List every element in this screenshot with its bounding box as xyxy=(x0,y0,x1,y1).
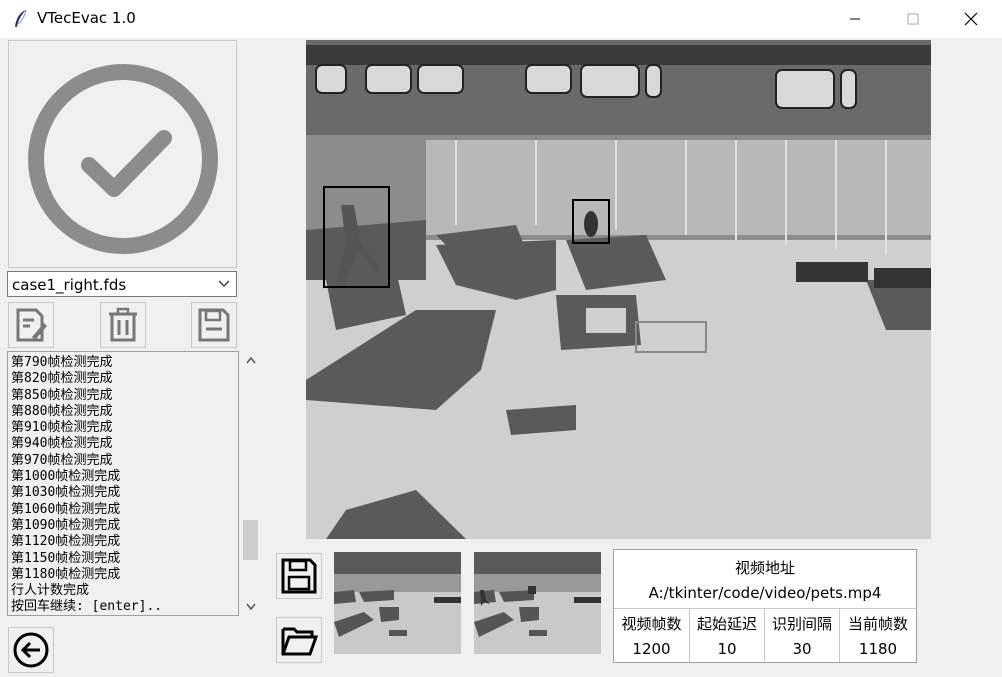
chevron-down-icon xyxy=(245,603,256,610)
table-divider xyxy=(614,608,916,609)
title-bar: VTecEvac 1.0 xyxy=(0,0,1002,38)
chevron-up-icon xyxy=(245,357,256,364)
chevron-down-icon[interactable] xyxy=(218,280,230,288)
log-line: 按回车继续: [enter].. xyxy=(11,599,163,615)
header-total-frames: 视频帧数 xyxy=(621,615,682,633)
edit-file-icon xyxy=(16,308,47,342)
save-icon xyxy=(198,308,230,342)
log-line: 第790帧检测完成 xyxy=(11,355,113,370)
log-line: 第1180帧检测完成 xyxy=(11,566,121,582)
log-lines: 第790帧检测完成 第820帧检测完成 第850帧检测完成 第880帧检测完成 第910… xyxy=(11,355,163,615)
check-circle-icon xyxy=(28,64,218,254)
value-detect-interval: 30 xyxy=(792,640,812,658)
maximize-button[interactable] xyxy=(884,0,942,38)
scroll-thumb[interactable] xyxy=(243,519,258,560)
log-line: 第1150帧检测完成 xyxy=(11,550,121,566)
log-line: 行人计数完成 xyxy=(11,583,90,599)
log-line: 第940帧检测完成 xyxy=(11,436,113,452)
minimize-icon xyxy=(850,18,860,20)
thumbnail-detection[interactable] xyxy=(474,552,601,654)
value-start-delay: 10 xyxy=(717,640,737,658)
close-button[interactable] xyxy=(942,0,1000,38)
thumbnail-background[interactable] xyxy=(334,552,461,654)
log-line: 第1030帧检测完成 xyxy=(11,485,121,501)
log-line: 第880帧检测完成 xyxy=(11,403,113,419)
feather-icon xyxy=(15,9,27,27)
save-video-button[interactable] xyxy=(276,553,322,599)
value-total-frames: 1200 xyxy=(632,640,671,658)
minimize-button[interactable] xyxy=(826,0,884,38)
folder-open-icon xyxy=(281,627,318,656)
window-title: VTecEvac 1.0 xyxy=(37,9,136,27)
close-icon xyxy=(964,12,978,26)
log-line: 第850帧检测完成 xyxy=(11,387,113,403)
open-folder-button[interactable] xyxy=(276,617,322,663)
log-line: 第910帧检测完成 xyxy=(11,420,113,436)
header-detect-interval: 识别间隔 xyxy=(771,615,832,633)
delete-button[interactable] xyxy=(100,302,146,348)
maximize-icon xyxy=(907,13,919,25)
file-select[interactable]: case1_right.fds xyxy=(7,271,237,297)
save-icon xyxy=(281,558,317,594)
log-scrollbar[interactable] xyxy=(241,351,260,616)
video-info-table: 视频地址 A:/tkinter/code/video/pets.mp4 视频帧数… xyxy=(613,549,917,663)
status-check-button[interactable] xyxy=(8,40,237,268)
log-line: 第970帧检测完成 xyxy=(11,452,113,468)
file-select-value: case1_right.fds xyxy=(12,276,127,294)
back-arrow-icon xyxy=(13,632,49,668)
save-config-button[interactable] xyxy=(191,302,237,348)
thumbnail-scene-1 xyxy=(334,552,461,654)
value-current-frame: 1180 xyxy=(858,640,898,658)
thumbnail-scene-2 xyxy=(474,552,601,654)
video-frame xyxy=(306,40,931,539)
trash-icon xyxy=(109,307,137,342)
log-line: 第1000帧检测完成 xyxy=(11,469,121,485)
log-output[interactable]: 第790帧检测完成 第820帧检测完成 第850帧检测完成 第880帧检测完成 第910… xyxy=(7,351,239,616)
scroll-up-button[interactable] xyxy=(241,351,260,370)
address-label: 视频地址 xyxy=(734,559,795,577)
log-line: 第1120帧检测完成 xyxy=(11,534,121,550)
log-line: 第1090帧检测完成 xyxy=(11,517,121,533)
log-line: 第1060帧检测完成 xyxy=(11,501,121,517)
video-scene xyxy=(306,40,931,539)
header-current-frame: 当前帧数 xyxy=(847,615,908,633)
scroll-down-button[interactable] xyxy=(241,597,260,616)
address-value: A:/tkinter/code/video/pets.mp4 xyxy=(648,584,882,602)
edit-button[interactable] xyxy=(8,302,54,348)
back-button[interactable] xyxy=(8,627,54,673)
log-line: 第820帧检测完成 xyxy=(11,371,113,387)
header-start-delay: 起始延迟 xyxy=(696,615,757,633)
